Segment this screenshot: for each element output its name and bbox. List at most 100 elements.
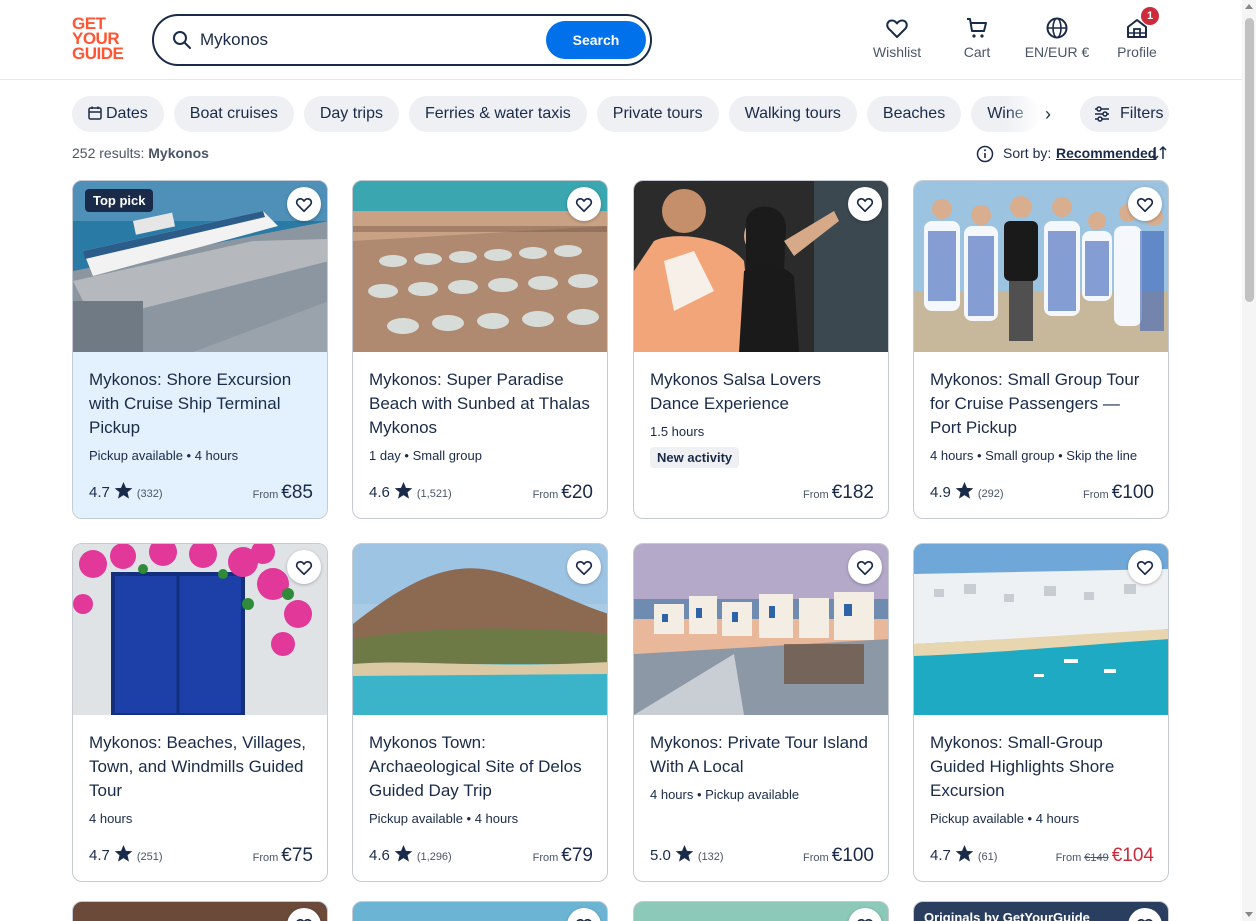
- search-input[interactable]: [200, 27, 530, 53]
- scroll-up-icon[interactable]: [1245, 4, 1253, 9]
- activity-card[interactable]: Mykonos: Small-Group Guided Highlights S…: [913, 543, 1169, 882]
- chip-boat-cruises[interactable]: Boat cruises: [173, 96, 294, 132]
- filter-chips: Dates Boat cruises Day trips Ferries & wate…: [72, 96, 1052, 132]
- chip-ferries[interactable]: Ferries & water taxis: [408, 96, 587, 132]
- activity-card-body: Mykonos: Private Tour Island With A Loca…: [634, 715, 888, 881]
- wishlist-heart-button[interactable]: [567, 187, 601, 221]
- sort-dropdown[interactable]: Recommended: [1056, 145, 1156, 161]
- wishlist-heart-button[interactable]: [287, 908, 321, 921]
- activity-card[interactable]: [633, 901, 889, 921]
- activity-card[interactable]: Mykonos: Small Group Tour for Cruise Pas…: [913, 180, 1169, 519]
- activity-title[interactable]: Mykonos: Small-Group Guided Highlights S…: [930, 731, 1154, 803]
- search-icon: [173, 31, 191, 49]
- activity-meta: 1 day • Small group: [369, 448, 482, 463]
- activity-card[interactable]: Mykonos: Private Tour Island With A Loca…: [633, 543, 889, 882]
- wishlist-heart-button[interactable]: [848, 550, 882, 584]
- activity-meta: 4 hours: [89, 811, 133, 826]
- activity-meta: 1.5 hours: [650, 424, 705, 439]
- language-currency-button[interactable]: EN/EUR €: [1017, 16, 1097, 60]
- activity-rating: 4.7 (332): [89, 481, 163, 501]
- globe-icon: [1046, 17, 1068, 39]
- wishlist-heart-button[interactable]: [1128, 550, 1162, 584]
- star-icon: [675, 844, 694, 862]
- activity-price: From €79: [532, 845, 593, 866]
- activity-title[interactable]: Mykonos: Shore Excursion with Cruise Shi…: [89, 368, 313, 440]
- wishlist-button[interactable]: Wishlist: [857, 16, 937, 60]
- activity-meta: 4 hours • Small group • Skip the line: [930, 448, 1138, 463]
- info-icon[interactable]: [976, 145, 994, 163]
- wishlist-heart-button[interactable]: [848, 187, 882, 221]
- heart-icon: [886, 19, 908, 38]
- profile-button[interactable]: 1 Profile: [1097, 7, 1177, 60]
- star-icon: [394, 481, 413, 499]
- chip-beaches[interactable]: Beaches: [866, 96, 962, 132]
- search-bar[interactable]: Search: [152, 14, 652, 66]
- cart-icon: [967, 18, 987, 38]
- wishlist-heart-button[interactable]: [287, 550, 321, 584]
- wishlist-heart-button[interactable]: [567, 908, 601, 921]
- chip-walking-tours[interactable]: Walking tours: [728, 96, 857, 132]
- activity-card[interactable]: [72, 901, 328, 921]
- activity-price: From €85: [252, 482, 313, 503]
- activity-card[interactable]: Mykonos: Super Paradise Beach with Sunbe…: [352, 180, 608, 519]
- activity-price: From €149 €104: [1055, 845, 1154, 866]
- activity-price: From €100: [803, 845, 874, 866]
- notification-badge: 1: [1141, 7, 1159, 25]
- heart-icon: [575, 561, 593, 576]
- chip-dates[interactable]: Dates: [72, 96, 164, 132]
- activity-meta: Pickup available • 4 hours: [89, 448, 239, 463]
- activity-card[interactable]: Mykonos Town: Archaeological Site of Del…: [352, 543, 608, 882]
- activity-rating: 4.7 (251): [89, 844, 163, 864]
- heart-icon: [575, 198, 593, 213]
- activity-card-body: Mykonos Salsa Lovers Dance Experience 1.…: [634, 352, 888, 518]
- activity-rating: 5.0 (132): [650, 844, 724, 864]
- chevron-right-icon[interactable]: ›: [1034, 100, 1062, 128]
- activity-title[interactable]: Mykonos Town: Archaeological Site of Del…: [369, 731, 593, 803]
- activity-card-body: Mykonos Town: Archaeological Site of Del…: [353, 715, 607, 881]
- heart-icon: [295, 198, 313, 213]
- cart-button[interactable]: Cart: [937, 16, 1017, 60]
- activity-rating: 4.6 (1,296): [369, 844, 452, 864]
- activity-card-body: Mykonos: Small-Group Guided Highlights S…: [914, 715, 1168, 881]
- chip-day-trips[interactable]: Day trips: [303, 96, 399, 132]
- sort-arrows-icon[interactable]: [1151, 144, 1167, 162]
- activity-title[interactable]: Mykonos: Beaches, Villages, Town, and Wi…: [89, 731, 313, 803]
- activity-meta: Pickup available • 4 hours: [930, 811, 1080, 826]
- header: GET YOUR GUIDE Search Wishlist Cart EN/E…: [0, 0, 1256, 80]
- activity-card[interactable]: Mykonos Salsa Lovers Dance Experience 1.…: [633, 180, 889, 519]
- wishlist-heart-button[interactable]: [1128, 187, 1162, 221]
- star-icon: [955, 844, 974, 862]
- activity-title[interactable]: Mykonos: Small Group Tour for Cruise Pas…: [930, 368, 1154, 440]
- heart-icon: [295, 561, 313, 576]
- scroll-down-icon[interactable]: [1245, 912, 1253, 917]
- wishlist-heart-button[interactable]: [1128, 908, 1162, 921]
- activity-price: From €100: [1083, 482, 1154, 503]
- heart-icon: [857, 919, 873, 921]
- activity-rating: 4.7 (61): [930, 844, 997, 864]
- activity-title[interactable]: Mykonos Salsa Lovers Dance Experience: [650, 368, 874, 416]
- getyourguide-logo[interactable]: GET YOUR GUIDE: [72, 15, 132, 62]
- wishlist-heart-button[interactable]: [567, 550, 601, 584]
- search-button[interactable]: Search: [546, 21, 646, 59]
- activity-price: From €75: [252, 845, 313, 866]
- activity-title[interactable]: Mykonos: Private Tour Island With A Loca…: [650, 731, 874, 779]
- activity-card[interactable]: Originals by GetYourGuide: [913, 901, 1169, 921]
- wishlist-heart-button[interactable]: [287, 187, 321, 221]
- activity-meta: 4 hours • Pickup available: [650, 787, 800, 802]
- new-activity-badge: New activity: [650, 447, 740, 468]
- heart-icon: [576, 919, 592, 921]
- wishlist-heart-button[interactable]: [848, 908, 882, 921]
- activity-card[interactable]: [352, 901, 608, 921]
- page-scrollbar-thumb[interactable]: [1245, 18, 1254, 302]
- activity-meta: Pickup available • 4 hours: [369, 811, 519, 826]
- filters-button[interactable]: Filters: [1080, 96, 1169, 132]
- activity-card[interactable]: Mykonos: Beaches, Villages, Town, and Wi…: [72, 543, 328, 882]
- page-scrollbar-track[interactable]: [1242, 0, 1256, 921]
- heart-icon: [1136, 561, 1154, 576]
- activity-rating: 4.6 (1,521): [369, 481, 452, 501]
- chip-private-tours[interactable]: Private tours: [596, 96, 719, 132]
- activity-card[interactable]: Top pick Mykonos: Shore Excursion with C…: [72, 180, 328, 519]
- heart-icon: [1137, 919, 1153, 921]
- activity-title[interactable]: Mykonos: Super Paradise Beach with Sunbe…: [369, 368, 593, 440]
- activity-card-body: Mykonos: Shore Excursion with Cruise Shi…: [73, 352, 327, 518]
